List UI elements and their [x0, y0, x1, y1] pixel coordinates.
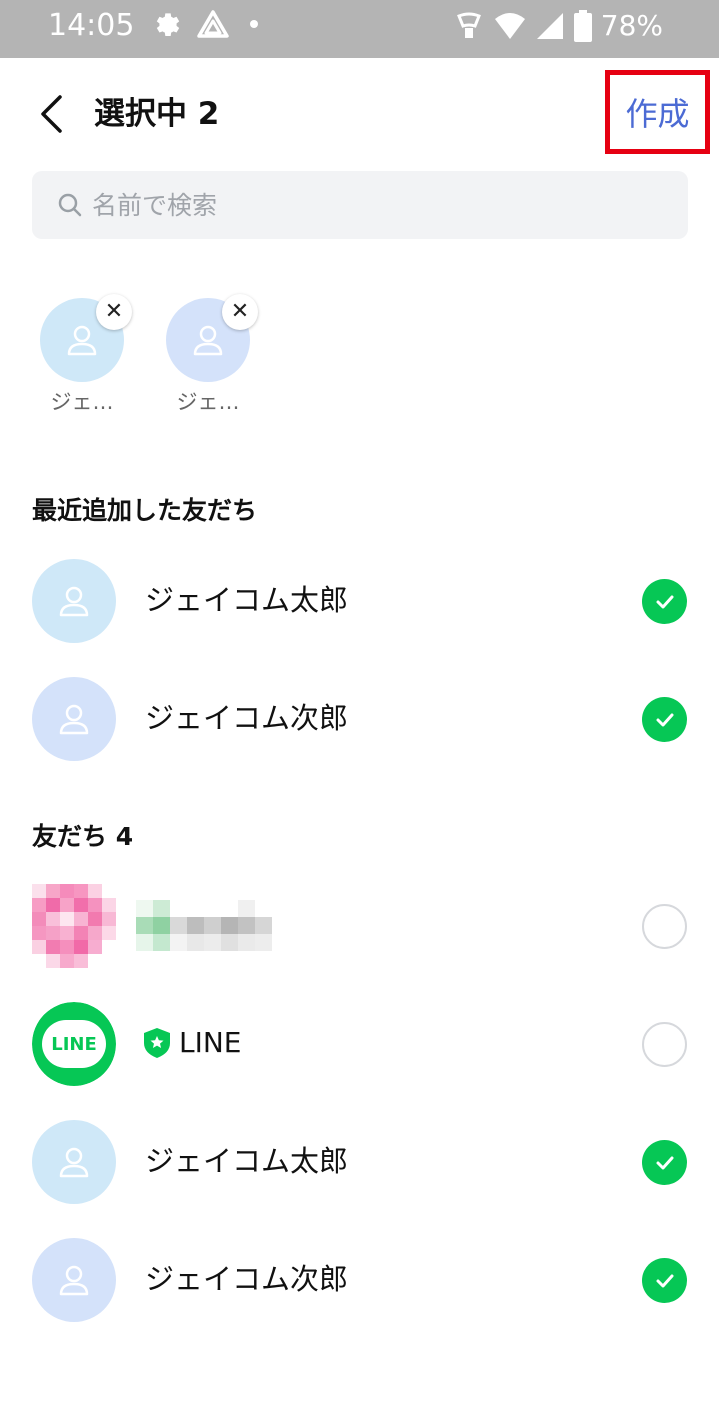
remove-chip-button[interactable]: ✕ — [222, 294, 258, 330]
line-logo-icon: LINE — [32, 1002, 116, 1086]
mosaic-image — [32, 884, 116, 968]
unselected-checkbox[interactable] — [642, 904, 687, 949]
person-icon — [193, 325, 223, 356]
friend-row[interactable]: ジェイコム太郎 — [0, 542, 719, 660]
friend-name: LINE — [179, 1026, 242, 1059]
person-icon — [59, 1265, 89, 1296]
selected-checkbox[interactable] — [642, 697, 687, 742]
check-icon — [656, 1274, 673, 1287]
status-time: 14:05 — [48, 8, 135, 43]
status-left-icons — [152, 8, 258, 40]
notification-dot — [250, 20, 258, 28]
friend-row[interactable]: ジェイコム次郎 — [0, 660, 719, 778]
chevron-left-icon[interactable] — [36, 94, 66, 134]
friend-name: ジェイコム次郎 — [145, 701, 349, 735]
status-right-icons: 78% — [453, 6, 663, 46]
official-shield-icon — [144, 1028, 170, 1058]
friend-row[interactable]: ジェイコム次郎 — [0, 1221, 719, 1339]
section-title-friends: 友だち 4 — [32, 822, 134, 851]
person-icon — [67, 325, 97, 356]
friend-name: ジェイコム太郎 — [145, 583, 349, 617]
selected-chip: ✕ ジェ… — [40, 294, 132, 416]
close-icon: ✕ — [230, 299, 250, 324]
person-icon — [59, 704, 89, 735]
search-input[interactable] — [92, 171, 672, 239]
avatar-mosaic — [32, 884, 116, 968]
nfc-icon — [456, 12, 481, 38]
status-bar: 14:05 78% — [0, 0, 719, 58]
wifi-icon — [494, 13, 525, 39]
unselected-checkbox[interactable] — [642, 1022, 687, 1067]
friend-row[interactable] — [0, 867, 719, 985]
selected-chip: ✕ ジェ… — [166, 294, 258, 416]
avatar — [32, 677, 116, 761]
battery-percent: 78% — [600, 9, 663, 42]
section-title-recent: 最近追加した友だち — [32, 496, 258, 525]
header: 選択中 2 作成 — [0, 58, 719, 168]
search-icon — [58, 193, 82, 217]
close-icon: ✕ — [104, 299, 124, 324]
check-icon — [656, 713, 673, 726]
check-icon — [656, 595, 673, 608]
avatar — [32, 559, 116, 643]
friend-row[interactable]: LINE LINE — [0, 985, 719, 1103]
remove-chip-button[interactable]: ✕ — [96, 294, 132, 330]
selected-checkbox[interactable] — [642, 1140, 687, 1185]
friend-row[interactable]: ジェイコム太郎 — [0, 1103, 719, 1221]
gear-icon — [156, 13, 180, 36]
search-box[interactable] — [32, 171, 688, 239]
signal-icon — [536, 13, 563, 39]
friend-name: ジェイコム次郎 — [145, 1262, 349, 1296]
check-icon — [656, 1156, 673, 1169]
create-button[interactable]: 作成 — [605, 70, 710, 154]
person-icon — [59, 1147, 89, 1178]
selected-friends: ✕ ジェ… ✕ ジェ… — [40, 294, 258, 416]
page-title: 選択中 2 — [94, 96, 220, 132]
drive-icon — [197, 10, 229, 38]
line-logo-bubble: LINE — [42, 1020, 106, 1068]
friend-name: ジェイコム太郎 — [145, 1144, 349, 1178]
selected-checkbox[interactable] — [642, 1258, 687, 1303]
battery-icon — [573, 10, 592, 42]
name-mosaic — [136, 900, 272, 951]
person-icon — [59, 586, 89, 617]
avatar — [32, 1238, 116, 1322]
avatar: LINE — [32, 1002, 116, 1086]
chip-name: ジェ… — [176, 390, 240, 414]
selected-checkbox[interactable] — [642, 579, 687, 624]
chip-name: ジェ… — [50, 390, 114, 414]
create-button-label: 作成 — [625, 95, 690, 133]
friend-name-wrap: LINE — [143, 1023, 242, 1063]
avatar — [32, 1120, 116, 1204]
